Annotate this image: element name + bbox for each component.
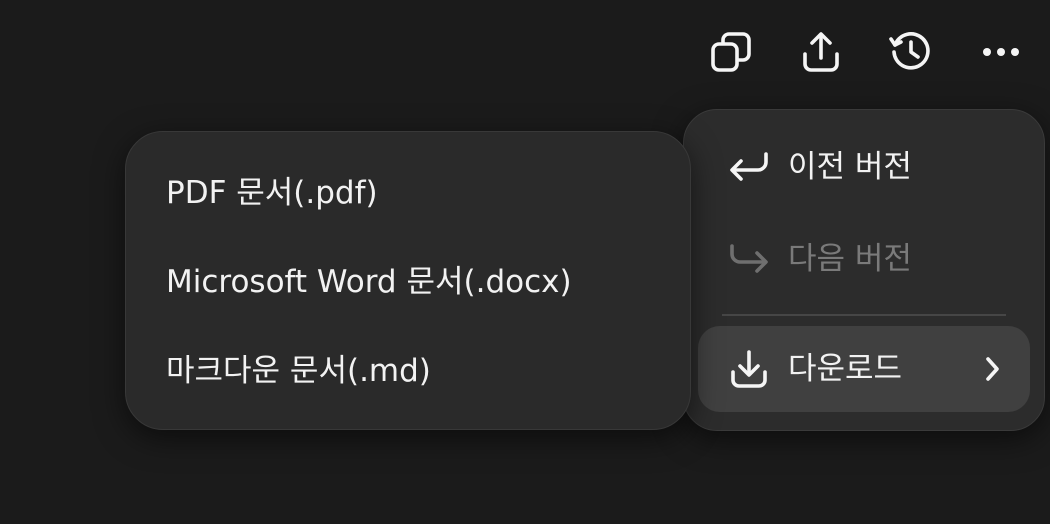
menu-item-download[interactable]: 다운로드	[698, 326, 1030, 412]
more-icon	[979, 45, 1023, 59]
undo-arrow-icon	[728, 146, 770, 188]
menu-item-next-version[interactable]: 다음 버전	[698, 216, 1030, 302]
more-menu: 이전 버전 다음 버전 다운로드	[683, 109, 1045, 431]
history-button[interactable]	[887, 28, 935, 76]
redo-arrow-icon	[728, 238, 770, 280]
more-button[interactable]	[977, 28, 1025, 76]
menu-item-label: 이전 버전	[788, 149, 912, 185]
menu-item-label: 다음 버전	[788, 241, 912, 277]
copy-icon	[709, 30, 753, 74]
history-icon	[888, 29, 934, 75]
menu-item-label: 다운로드	[788, 351, 903, 387]
submenu-item-label: PDF 문서(.pdf)	[166, 175, 378, 211]
submenu-item-pdf[interactable]: PDF 문서(.pdf)	[126, 150, 690, 236]
menu-item-previous-version[interactable]: 이전 버전	[698, 124, 1030, 210]
share-button[interactable]	[797, 28, 845, 76]
download-submenu: PDF 문서(.pdf) Microsoft Word 문서(.docx) 마크…	[125, 131, 691, 430]
share-icon	[799, 30, 843, 74]
copy-button[interactable]	[707, 28, 755, 76]
chevron-right-icon	[980, 354, 1004, 384]
submenu-item-docx[interactable]: Microsoft Word 문서(.docx)	[126, 239, 690, 325]
submenu-item-label: 마크다운 문서(.md)	[166, 353, 431, 389]
menu-divider	[722, 314, 1006, 316]
download-icon	[728, 348, 770, 390]
submenu-item-label: Microsoft Word 문서(.docx)	[166, 264, 572, 300]
submenu-item-markdown[interactable]: 마크다운 문서(.md)	[126, 328, 690, 414]
